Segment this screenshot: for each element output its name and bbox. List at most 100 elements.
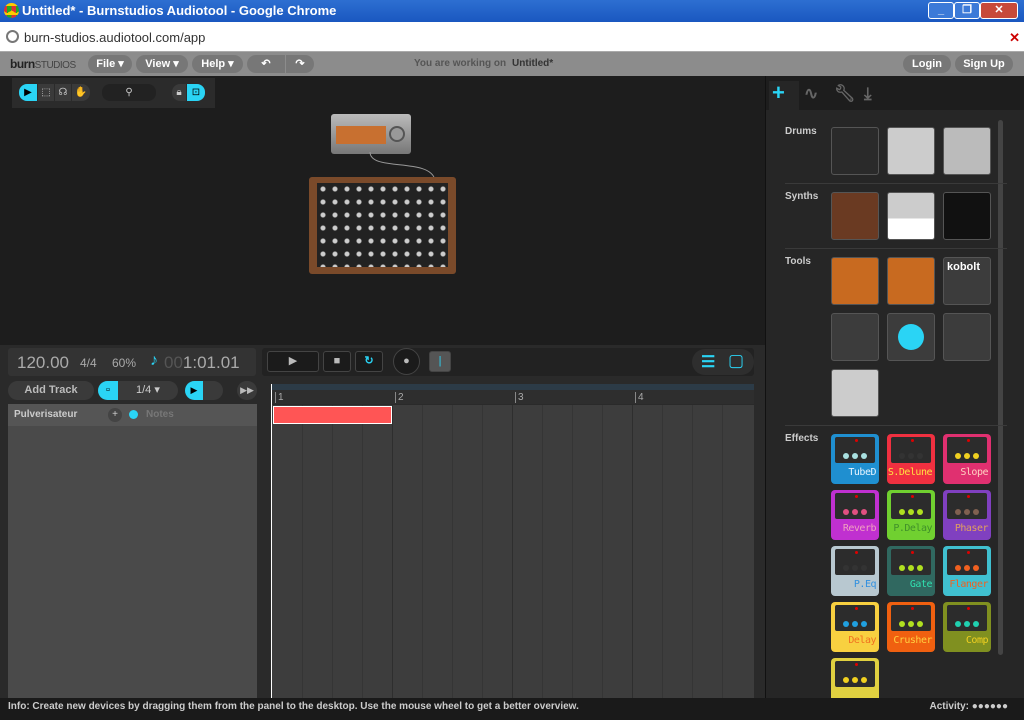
knob-icon[interactable]: [917, 453, 923, 459]
device-pulverisateur-synth[interactable]: [309, 177, 456, 274]
headphones-tool-icon[interactable]: ☊: [55, 84, 71, 101]
download-icon[interactable]: ⤓: [864, 84, 872, 104]
device-pulverisateur[interactable]: [831, 192, 879, 240]
knob-icon[interactable]: [899, 509, 905, 515]
knob-icon[interactable]: [908, 621, 914, 627]
knob-icon[interactable]: [955, 509, 961, 515]
effect-pedal[interactable]: Delay: [831, 602, 879, 652]
device-splitter[interactable]: [831, 257, 879, 305]
record-button[interactable]: ●: [393, 348, 420, 375]
wrench-icon[interactable]: 🔧︎: [834, 84, 856, 104]
knob-icon[interactable]: [843, 509, 849, 515]
select-tool-icon[interactable]: ⬚: [38, 84, 54, 101]
track-row[interactable]: Pulverisateur + Notes: [8, 404, 257, 426]
play-button[interactable]: ▶: [267, 351, 319, 372]
knob-icon[interactable]: [852, 565, 858, 571]
knob-icon[interactable]: [843, 453, 849, 459]
add-track-button[interactable]: Add Track: [8, 381, 94, 400]
device-mixer[interactable]: [943, 313, 991, 361]
effect-pedal[interactable]: S.Delune: [887, 434, 935, 484]
maximize-button[interactable]: ❐: [954, 2, 980, 19]
effect-pedal[interactable]: Flanger: [943, 546, 991, 596]
effect-pedal[interactable]: TubeD: [831, 434, 879, 484]
file-menu[interactable]: File ▾: [88, 55, 132, 73]
device-centroid[interactable]: [887, 313, 935, 361]
loop-button[interactable]: ↻: [355, 351, 383, 372]
knob-icon[interactable]: [964, 509, 970, 515]
effect-pedal[interactable]: P.Eq: [831, 546, 879, 596]
effect-pedal[interactable]: Crusher: [887, 602, 935, 652]
knob-icon[interactable]: [861, 621, 867, 627]
pointer-tool-icon[interactable]: ▶: [19, 84, 37, 101]
knob-icon[interactable]: [917, 509, 923, 515]
effect-pedal[interactable]: Slope: [943, 434, 991, 484]
device-kobolt[interactable]: kobolt: [943, 257, 991, 305]
device-merger[interactable]: [887, 257, 935, 305]
folder-icon[interactable]: ▢: [728, 351, 744, 371]
device-machiniste[interactable]: [831, 127, 879, 175]
knob-icon[interactable]: [973, 621, 979, 627]
knob-icon[interactable]: [955, 565, 961, 571]
snap-icon[interactable]: ▫: [98, 381, 118, 400]
knob-icon[interactable]: [964, 565, 970, 571]
stop-icon[interactable]: ✕: [1009, 30, 1020, 46]
stop-button[interactable]: ■: [323, 351, 351, 372]
knob-icon[interactable]: [852, 453, 858, 459]
fast-forward-icon[interactable]: ▶▶: [237, 381, 257, 400]
knob-icon[interactable]: [843, 621, 849, 627]
effect-pedal[interactable]: Reverb: [831, 490, 879, 540]
knob-icon[interactable]: [973, 565, 979, 571]
knob-icon[interactable]: [908, 453, 914, 459]
knob-icon[interactable]: [955, 621, 961, 627]
knob-icon[interactable]: [917, 565, 923, 571]
knob-icon[interactable]: [843, 565, 849, 571]
device-quantum[interactable]: [831, 369, 879, 417]
bpm-value[interactable]: 120.00: [17, 353, 69, 373]
timeline-ruler[interactable]: 1 2 3 4: [272, 384, 754, 404]
knob-icon[interactable]: [899, 621, 905, 627]
effect-pedal[interactable]: Phaser: [943, 490, 991, 540]
help-menu[interactable]: Help ▾: [192, 55, 243, 73]
url-text[interactable]: burn-studios.audiotool.com/app: [24, 30, 205, 45]
knob-icon[interactable]: [964, 453, 970, 459]
track-add-button[interactable]: +: [108, 408, 122, 422]
waveform-icon[interactable]: ∿: [804, 84, 818, 104]
signup-button[interactable]: Sign Up: [955, 55, 1013, 73]
hand-tool-icon[interactable]: ✋: [72, 84, 90, 101]
knob-icon[interactable]: [852, 509, 858, 515]
lock-icon[interactable]: 🔒︎: [172, 84, 186, 101]
knob-icon[interactable]: [861, 509, 867, 515]
knob-icon[interactable]: [899, 453, 905, 459]
playhead[interactable]: [271, 384, 272, 698]
minimize-button[interactable]: _: [928, 2, 954, 19]
view-menu[interactable]: View ▾: [136, 55, 188, 73]
add-icon[interactable]: +: [772, 80, 785, 106]
track-name[interactable]: Pulverisateur: [14, 409, 77, 420]
knob-icon[interactable]: [861, 565, 867, 571]
knob-icon[interactable]: [861, 677, 867, 683]
swing-value[interactable]: 60%: [112, 356, 136, 370]
knob-icon[interactable]: [908, 565, 914, 571]
redo-button[interactable]: ↷: [286, 55, 314, 73]
timeline-grid[interactable]: [272, 405, 754, 698]
zoom-slider[interactable]: ⚲: [102, 84, 156, 101]
device-pulverisateur-visualizer[interactable]: [331, 114, 411, 154]
device-bassline[interactable]: [887, 192, 935, 240]
login-button[interactable]: Login: [903, 55, 951, 73]
address-bar[interactable]: burn-studios.audiotool.com/app ✕: [0, 22, 1024, 52]
knob-icon[interactable]: [973, 509, 979, 515]
device-beatbox-9[interactable]: [943, 127, 991, 175]
tracks-icon[interactable]: ☰: [701, 352, 715, 372]
effect-pedal[interactable]: Gate: [887, 546, 935, 596]
knob-icon[interactable]: [899, 565, 905, 571]
effect-pedal[interactable]: P.Delay: [887, 490, 935, 540]
desktop-canvas[interactable]: [0, 76, 765, 345]
edit-mode-toggle[interactable]: ▶: [185, 381, 223, 400]
knob-icon[interactable]: [852, 621, 858, 627]
panel-scrollbar[interactable]: [998, 120, 1003, 655]
knob-icon[interactable]: [973, 453, 979, 459]
device-beatbox-8[interactable]: [887, 127, 935, 175]
note-region[interactable]: [273, 406, 392, 424]
knob-icon[interactable]: [843, 677, 849, 683]
close-button[interactable]: ✕: [980, 2, 1018, 19]
